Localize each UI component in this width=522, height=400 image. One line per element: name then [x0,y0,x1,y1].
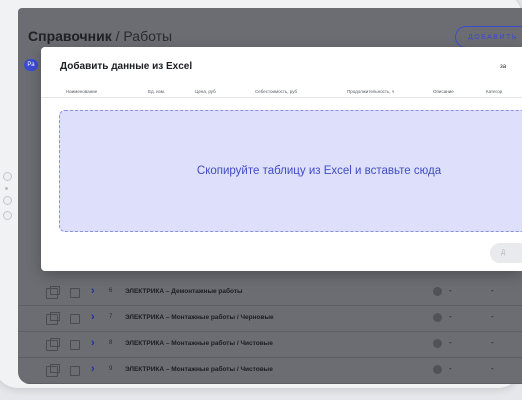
row-checkbox[interactable] [70,288,80,298]
table-header: Наименование Ед. изм. Цена, руб Себестои… [41,85,522,98]
row-number: 7 [109,314,113,320]
confirm-button[interactable]: Д [490,243,522,263]
row-name: ЭЛЕКТРИКА – Монтажные работы / Чистовые [125,366,273,373]
row-value: - [449,364,452,373]
close-button[interactable]: за [500,64,506,70]
row-value: - [449,286,452,295]
modal-title: Добавить данные из Excel [60,61,193,72]
side-buttons [3,172,12,226]
column-header: Наименование [66,89,98,94]
row-value: - [491,364,494,373]
copy-icon[interactable] [46,312,60,325]
row-checkbox[interactable] [70,314,80,324]
column-header: Себестоимость, руб [255,89,298,94]
table-row[interactable]: › 9 ЭЛЕКТРИКА – Монтажные работы / Чисто… [18,358,522,384]
copy-icon[interactable] [46,364,60,377]
title-main: Справочник [28,28,112,44]
row-value: - [449,312,452,321]
chevron-right-icon[interactable]: › [91,363,95,375]
filter-chip[interactable]: Ра [24,59,38,71]
chevron-right-icon[interactable]: › [91,285,95,297]
info-icon[interactable] [433,313,442,322]
row-number: 8 [109,340,113,346]
works-table: › 6 ЭЛЕКТРИКА – Демонтажные работы - - ›… [18,280,522,384]
copy-icon[interactable] [46,338,60,351]
column-header: Описание [433,89,454,94]
row-value: - [491,338,494,347]
row-name: ЭЛЕКТРИКА – Монтажные работы / Черновые [125,314,274,321]
copy-icon[interactable] [46,286,60,299]
column-header: Категор [486,89,503,94]
title-section: Работы [123,28,173,44]
row-checkbox[interactable] [70,340,80,350]
row-name: ЭЛЕКТРИКА – Демонтажные работы [125,288,243,295]
table-row[interactable]: › 7 ЭЛЕКТРИКА – Монтажные работы / Черно… [18,306,522,332]
row-number: 9 [109,366,113,372]
page-title: Справочник / Работы [28,28,172,44]
info-icon[interactable] [433,365,442,374]
info-icon[interactable] [433,339,442,348]
title-separator: / [115,28,120,44]
chevron-right-icon[interactable]: › [91,311,95,323]
column-header: Ед. изм. [148,89,166,94]
column-header: Продолжительность, ч [347,89,395,94]
dropzone-hint: Скопируйте таблицу из Excel и вставьте с… [196,165,442,177]
side-indicator [5,187,8,190]
row-number: 6 [109,288,113,294]
row-name: ЭЛЕКТРИКА – Монтажные работы / Чистовые [125,340,273,347]
side-button [3,196,12,205]
paste-dropzone[interactable]: Скопируйте таблицу из Excel и вставьте с… [59,110,522,232]
info-icon[interactable] [433,287,442,296]
add-button[interactable]: ДОБАВИТЬ [455,26,522,48]
table-row[interactable]: › 8 ЭЛЕКТРИКА – Монтажные работы / Чисто… [18,332,522,358]
side-button [3,211,12,220]
row-value: - [449,338,452,347]
row-value: - [491,312,494,321]
table-row[interactable]: › 6 ЭЛЕКТРИКА – Демонтажные работы - - [18,280,522,306]
row-value: - [491,286,494,295]
side-button [3,172,12,181]
chevron-right-icon[interactable]: › [91,337,95,349]
column-header: Цена, руб [195,89,216,94]
import-excel-modal: Добавить данные из Excel за Наименование… [41,47,522,271]
row-checkbox[interactable] [70,366,80,376]
